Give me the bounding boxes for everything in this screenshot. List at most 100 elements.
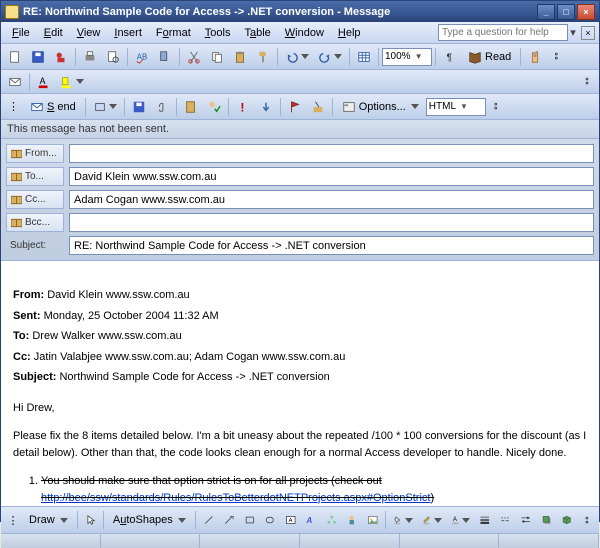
subject-input[interactable] <box>69 236 594 255</box>
show-hide-button[interactable]: ¶ <box>439 47 461 67</box>
send-button[interactable]: Send <box>24 98 82 116</box>
draw-menu[interactable]: Draw <box>23 512 74 528</box>
toolbar-options-icon[interactable]: ⦂ <box>578 510 596 530</box>
separator <box>349 48 350 66</box>
read-label: Read <box>485 51 511 63</box>
line-color-button[interactable] <box>418 510 446 530</box>
read-button[interactable]: Read <box>462 48 517 66</box>
bcc-button[interactable]: Bcc... <box>6 213 64 232</box>
fill-color-button[interactable] <box>389 510 417 530</box>
diagram-button[interactable] <box>322 510 342 530</box>
redo-button[interactable] <box>314 47 346 67</box>
separator <box>103 511 104 529</box>
window-controls: _ □ × <box>537 4 595 20</box>
print-button[interactable] <box>79 47 101 67</box>
line-button[interactable] <box>199 510 219 530</box>
drawing-toolbar: ⋮ Draw AutoShapes A A A ⦂ <box>1 507 599 533</box>
toolbar-options-icon[interactable]: ⦂ <box>547 47 565 67</box>
save-draft-button[interactable] <box>128 97 150 117</box>
separator <box>195 511 196 529</box>
signature-button[interactable] <box>307 97 329 117</box>
check-names-button[interactable] <box>203 97 225 117</box>
doc-close-button[interactable]: × <box>581 26 595 40</box>
envelope-button[interactable] <box>4 72 26 92</box>
clipart-button[interactable] <box>342 510 362 530</box>
toolbar-options-icon[interactable]: ⦂ <box>578 72 596 92</box>
research-button[interactable] <box>154 47 176 67</box>
from-input[interactable] <box>69 144 594 163</box>
spellcheck-button[interactable]: AB <box>131 47 153 67</box>
paste-button[interactable] <box>229 47 251 67</box>
rectangle-button[interactable] <box>240 510 260 530</box>
body-link[interactable]: http://bee/ssw/standards/Rules/RulesToBe… <box>41 492 430 504</box>
print-preview-button[interactable] <box>102 47 124 67</box>
attach-button[interactable] <box>151 97 173 117</box>
importance-high-button[interactable]: ! <box>232 97 254 117</box>
minimize-button[interactable]: _ <box>537 4 555 20</box>
separator <box>176 98 177 116</box>
menu-edit[interactable]: Edit <box>37 25 70 41</box>
select-objects-button[interactable] <box>81 510 101 530</box>
permission-button[interactable] <box>50 47 72 67</box>
textbox-button[interactable]: A <box>281 510 301 530</box>
cc-input[interactable] <box>69 190 594 209</box>
close-button[interactable]: × <box>577 4 595 20</box>
font-color-draw-button[interactable]: A <box>447 510 475 530</box>
picture-button[interactable] <box>363 510 383 530</box>
undo-button[interactable] <box>281 47 313 67</box>
address-book-button[interactable] <box>180 97 202 117</box>
autoshapes-menu[interactable]: AutoShapes <box>107 512 192 528</box>
format-select[interactable]: HTML▼ <box>426 98 486 116</box>
arrow-style-button[interactable] <box>516 510 536 530</box>
zoom-select[interactable]: 100%▼ <box>382 48 432 66</box>
menu-file[interactable]: File <box>5 25 37 41</box>
menu-help[interactable]: Help <box>331 25 368 41</box>
help-search-input[interactable] <box>438 24 568 41</box>
send-label: end <box>57 101 75 113</box>
help-dropdown-icon[interactable]: ▾ <box>568 26 578 39</box>
bcc-input[interactable] <box>69 213 594 232</box>
importance-low-button[interactable] <box>255 97 277 117</box>
body-sent-label: Sent: <box>13 310 41 322</box>
dash-style-button[interactable] <box>496 510 516 530</box>
menu-format[interactable]: Format <box>149 25 198 41</box>
menu-view[interactable]: View <box>70 25 108 41</box>
font-color-button[interactable]: A <box>33 72 55 92</box>
to-button[interactable]: To... <box>6 167 64 186</box>
options-button[interactable]: Options... <box>336 98 425 116</box>
from-button[interactable]: From... <box>6 144 64 163</box>
copy-button[interactable] <box>206 47 228 67</box>
svg-text:¶: ¶ <box>447 51 453 63</box>
menu-insert[interactable]: Insert <box>107 25 149 41</box>
menu-table[interactable]: Table <box>237 25 277 41</box>
cc-button[interactable]: Cc... <box>6 190 64 209</box>
oval-button[interactable] <box>260 510 280 530</box>
3d-button[interactable] <box>557 510 577 530</box>
zoom-value: 100% <box>385 51 411 62</box>
hand-button[interactable] <box>524 47 546 67</box>
to-input[interactable] <box>69 167 594 186</box>
shadow-button[interactable] <box>537 510 557 530</box>
cut-button[interactable] <box>183 47 205 67</box>
message-body[interactable]: From: David Klein www.ssw.com.au Sent: M… <box>1 261 599 507</box>
body-from-value: David Klein www.ssw.com.au <box>47 289 189 301</box>
book-icon <box>11 218 22 228</box>
arrow-button[interactable] <box>219 510 239 530</box>
toolbar-options-icon[interactable]: ⦂ <box>487 97 505 117</box>
format-painter-button[interactable] <box>252 47 274 67</box>
highlight-button[interactable] <box>56 72 88 92</box>
flag-button[interactable] <box>284 97 306 117</box>
insert-table-button[interactable] <box>353 47 375 67</box>
new-button[interactable] <box>4 47 26 67</box>
save-button[interactable] <box>27 47 49 67</box>
menu-window[interactable]: Window <box>278 25 331 41</box>
wordart-button[interactable]: A <box>301 510 321 530</box>
maximize-button[interactable]: □ <box>557 4 575 20</box>
line-style-button[interactable] <box>475 510 495 530</box>
svg-text:A: A <box>40 75 46 85</box>
body-cc-label: Cc: <box>13 351 31 363</box>
options-label: Options... <box>359 101 406 113</box>
body-to-label: To: <box>13 330 29 342</box>
accounts-button[interactable] <box>89 97 121 117</box>
menu-tools[interactable]: Tools <box>198 25 238 41</box>
